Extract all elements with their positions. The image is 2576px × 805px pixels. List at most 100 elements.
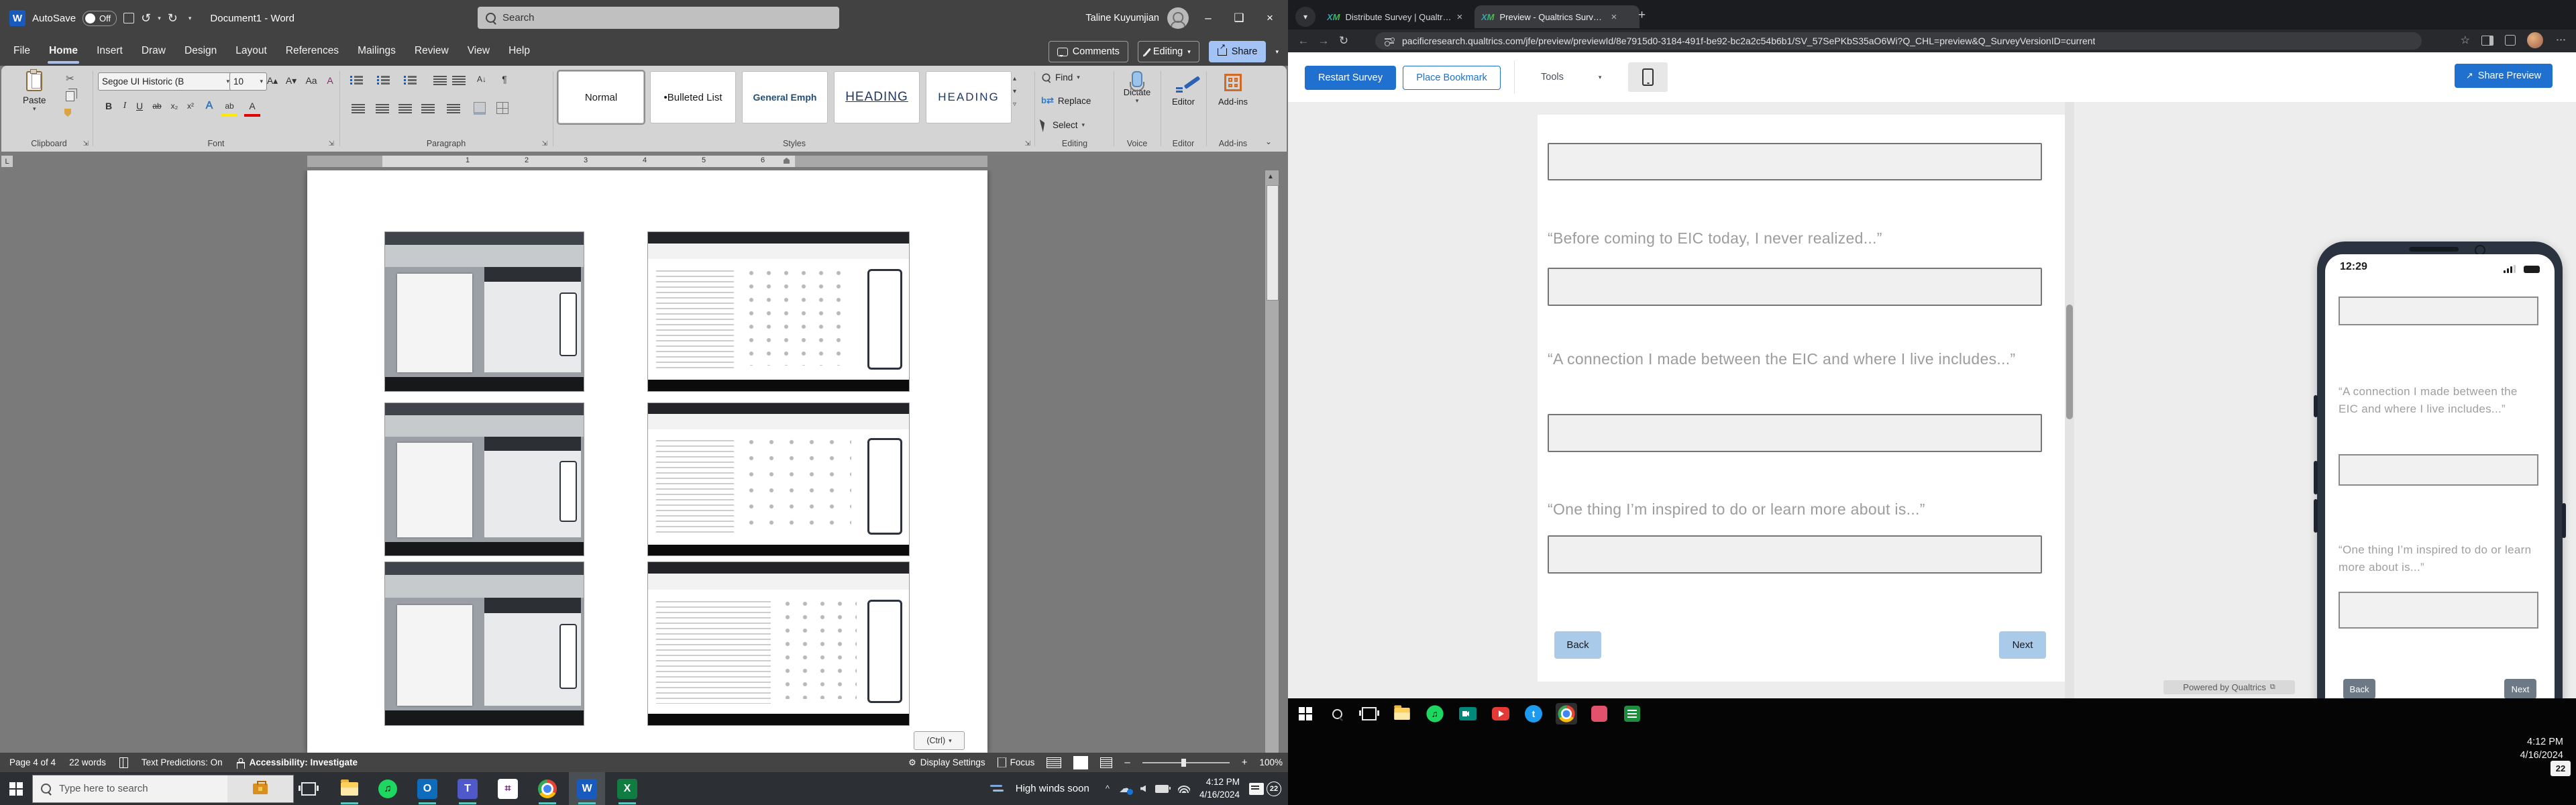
taskbar-pink-app[interactable] (1589, 703, 1610, 724)
style-bulleted-list[interactable]: Bulleted List (650, 71, 736, 123)
text-input-4[interactable] (1548, 535, 2042, 574)
tab-draw[interactable]: Draw (139, 36, 168, 66)
share-dropdown-icon[interactable]: ▾ (1275, 48, 1279, 56)
powered-by-qualtrics[interactable]: Powered by Qualtrics ⧉ (2163, 680, 2295, 694)
select-button[interactable]: Select▾ (1041, 118, 1085, 131)
survey-scrollbar[interactable] (2065, 102, 2074, 698)
tab-help[interactable]: Help (506, 36, 533, 66)
word-scrollbar[interactable]: ▲ (1265, 170, 1279, 753)
search-highlight-button[interactable] (227, 775, 293, 802)
taskbar-search-box[interactable]: Type here to search (32, 775, 294, 803)
addins-button[interactable]: Add-ins (1208, 74, 1258, 107)
survey-scrollbar-thumb[interactable] (2066, 305, 2073, 419)
subscript-icon[interactable]: x₂ (166, 98, 182, 114)
style-normal[interactable]: Normal (558, 71, 644, 123)
change-case-icon[interactable]: Aa (303, 72, 319, 89)
paste-options-button[interactable]: (Ctrl)▾ (914, 731, 965, 750)
cut-icon[interactable]: ✂ (66, 72, 74, 85)
onedrive-icon[interactable]: ☁ (1119, 782, 1131, 796)
strikethrough-icon[interactable]: ab (149, 98, 165, 114)
grow-font-icon[interactable]: A▴ (264, 72, 280, 89)
font-dialog-launcher[interactable]: ⇲ (329, 140, 334, 148)
display-settings-button[interactable]: ⚙ Display Settings (908, 757, 985, 768)
user-name[interactable]: Taline Kuyumjian (1085, 13, 1159, 23)
italic-icon[interactable]: I (117, 98, 133, 114)
proofing-status[interactable] (113, 753, 135, 772)
autosave-toggle[interactable]: Off (83, 11, 117, 26)
mobile-view-toggle[interactable] (1628, 62, 1668, 92)
bold-icon[interactable]: B (101, 98, 117, 114)
taskbar-excel[interactable]: X (617, 772, 637, 805)
start-button[interactable] (1295, 703, 1316, 724)
task-view-button[interactable] (294, 782, 323, 796)
web-layout-icon[interactable] (1100, 757, 1112, 768)
close-button[interactable]: × (1258, 11, 1281, 25)
address-bar[interactable]: pacificresearch.qualtrics.com/jfe/previe… (1375, 32, 2422, 50)
copy-icon[interactable] (66, 91, 74, 101)
focus-button[interactable]: Focus (998, 757, 1035, 767)
phone-text-input-1[interactable] (2339, 297, 2538, 325)
comments-button[interactable]: Comments (1049, 41, 1128, 62)
styles-scroll-down-icon[interactable]: ▾ (1013, 85, 1016, 98)
profile-avatar[interactable] (2527, 32, 2543, 48)
embedded-screenshot-survey-2[interactable] (647, 402, 910, 556)
scroll-up-icon[interactable]: ▲ (1267, 173, 1274, 180)
borders-icon[interactable] (496, 102, 508, 114)
ruler[interactable]: L 1 2 3 4 5 6 (0, 152, 1288, 170)
restart-survey-button[interactable]: Restart Survey (1305, 66, 1396, 90)
share-button[interactable]: Share (1209, 41, 1267, 62)
replace-button[interactable]: b⇄ Replace (1041, 95, 1091, 106)
print-layout-icon[interactable] (1073, 756, 1088, 769)
show-marks-icon[interactable]: ¶ (496, 71, 513, 87)
taskbar-spotify[interactable]: ♫ (1424, 703, 1446, 724)
font-size-select[interactable]: 10▾ (229, 72, 267, 91)
shrink-font-icon[interactable]: A▾ (283, 72, 299, 89)
taskbar-meet[interactable] (1457, 703, 1479, 724)
editor-button[interactable]: Editor (1162, 74, 1205, 107)
new-tab-icon[interactable]: + (1638, 8, 1646, 23)
back-icon[interactable]: ← (1293, 34, 1313, 48)
clipboard-dialog-launcher[interactable]: ⇲ (83, 140, 89, 148)
next-button[interactable]: Next (1999, 631, 2046, 659)
tab-view[interactable]: View (465, 36, 492, 66)
browser-tab-1[interactable]: XM Distribute Survey | Qualtrics Ex × (1320, 5, 1485, 28)
style-heading-2[interactable]: HEADING (926, 71, 1012, 123)
embedded-screenshot-survey-3[interactable] (647, 561, 910, 726)
tray-expand-icon[interactable]: ^ (1106, 784, 1110, 794)
zoom-out-icon[interactable]: – (1124, 757, 1130, 768)
accessibility-status[interactable]: Accessibility: Investigate (229, 753, 364, 772)
embedded-screenshot-survey-1[interactable] (647, 231, 910, 392)
embedded-screenshot-desktop-3[interactable] (384, 561, 584, 726)
sort-icon[interactable]: A↓ (474, 71, 490, 87)
zoom-in-icon[interactable]: + (1242, 757, 1248, 768)
taskbar-spotify[interactable]: ♫ (378, 772, 397, 805)
forward-icon[interactable]: → (1313, 34, 1334, 48)
taskbar-twitter[interactable]: t (1523, 703, 1544, 724)
place-bookmark-button[interactable]: Place Bookmark (1403, 66, 1501, 90)
clock[interactable]: 4:12 PM 4/16/2024 (1199, 776, 1240, 800)
taskbar-sheets[interactable] (1621, 703, 1643, 724)
page-indicator[interactable]: Page 4 of 4 (3, 753, 62, 772)
tab-review[interactable]: Review (412, 36, 451, 66)
editing-mode-button[interactable]: Editing ▾ (1138, 41, 1199, 62)
zoom-level[interactable]: 100% (1259, 757, 1283, 767)
taskbar-slack[interactable]: ⌗ (498, 772, 518, 805)
word-search-box[interactable]: Search (478, 7, 839, 29)
tab-selector[interactable]: L (1, 156, 13, 167)
share-preview-button[interactable]: ↗ Share Preview (2455, 64, 2553, 88)
find-button[interactable]: Find▾ (1041, 72, 1080, 83)
redo-icon[interactable]: ↻ (168, 12, 178, 24)
styles-scroll-up-icon[interactable]: ▴ (1013, 72, 1016, 85)
word-scrollbar-thumb[interactable] (1267, 185, 1279, 301)
text-input-3[interactable] (1548, 414, 2042, 452)
style-heading-1[interactable]: HEADING (834, 71, 920, 123)
bookmark-star-icon[interactable]: ☆ (2461, 34, 2470, 47)
clear-formatting-icon[interactable]: A (322, 72, 338, 89)
quick-access-dropdown-icon[interactable]: ▾ (189, 15, 192, 22)
phone-text-input-3[interactable] (2339, 592, 2538, 629)
extensions-icon[interactable] (2505, 35, 2516, 46)
dictate-button[interactable]: Dictate ▾ (1115, 71, 1159, 105)
highlight-color-icon[interactable]: ab (221, 98, 237, 117)
tab-references[interactable]: References (283, 36, 341, 66)
text-effects-icon[interactable]: A (201, 98, 217, 114)
